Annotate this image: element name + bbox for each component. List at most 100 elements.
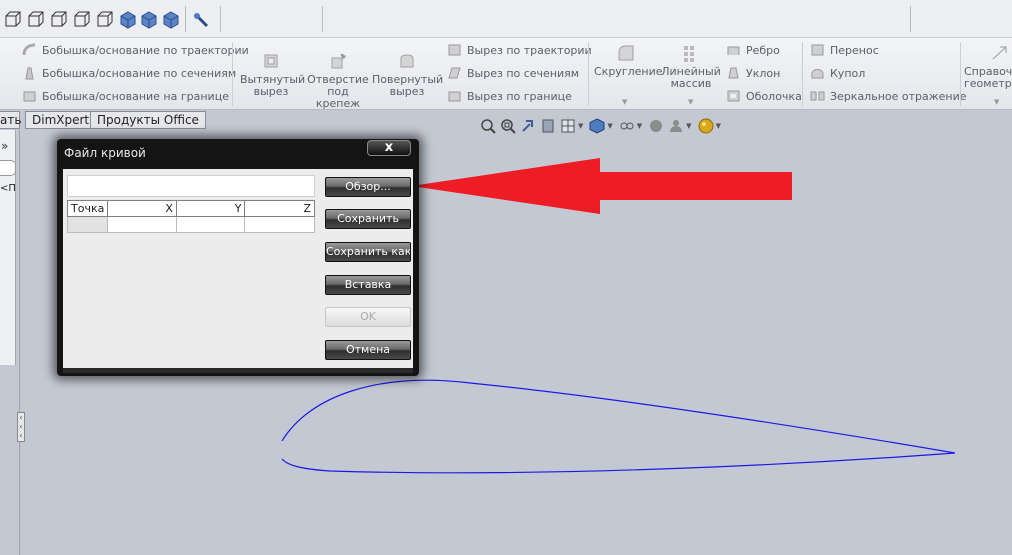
dialog-body: Точка X Y Z Обзор... Сохранить Сохранить… — [63, 169, 413, 368]
column-header-point: Точка — [66, 200, 109, 217]
swept-cut-icon — [448, 44, 461, 56]
dimetric-view-icon[interactable] — [162, 11, 180, 29]
hole-wizard-button[interactable]: Отверстие под крепеж — [306, 52, 370, 110]
boundary-boss-button[interactable]: Бобышка/основание на границе — [22, 89, 229, 103]
column-header-z: Z — [244, 200, 315, 217]
section-view-icon[interactable] — [540, 118, 556, 134]
normal-to-icon[interactable] — [192, 11, 210, 29]
view-settings-icon[interactable] — [698, 118, 714, 134]
wrap-button[interactable]: Перенос — [810, 43, 879, 57]
curve-file-dialog: Файл кривой x Точка X Y Z Обзор... Сохра… — [57, 139, 419, 376]
point-cell[interactable] — [66, 216, 109, 233]
column-header-y: Y — [175, 200, 246, 217]
mirror-button[interactable]: Зеркальное отражение — [810, 89, 967, 103]
isometric-view-icon[interactable] — [119, 11, 137, 29]
ok-button[interactable]: OK — [325, 307, 411, 327]
view-cube-icon[interactable] — [50, 11, 68, 29]
points-table[interactable]: Точка X Y Z — [66, 200, 315, 233]
trimetric-view-icon[interactable] — [140, 11, 158, 29]
extruded-cut-button[interactable]: Вытянутый вырез — [240, 52, 305, 98]
draft-icon — [728, 67, 739, 79]
dome-icon — [811, 69, 824, 79]
linear-pattern-icon — [684, 46, 694, 62]
rib-button[interactable]: Ребро — [726, 43, 780, 57]
shell-button[interactable]: Оболочка — [726, 89, 802, 103]
view-settings-dropdown-icon[interactable]: ▼ — [716, 122, 721, 130]
zoom-to-fit-icon[interactable] — [480, 118, 496, 134]
view-orientation-icon[interactable] — [560, 118, 576, 134]
shell-icon — [727, 90, 740, 102]
revolved-cut-line2: вырез — [389, 85, 425, 98]
panel-expand-icon[interactable]: » — [1, 139, 8, 153]
file-path-field[interactable] — [67, 175, 315, 197]
close-button[interactable]: x — [367, 140, 411, 156]
dome-button[interactable]: Купол — [810, 66, 865, 80]
previous-view-icon[interactable] — [520, 118, 536, 134]
linear-pattern-dropdown-icon[interactable]: ▼ — [688, 98, 693, 106]
swept-cut-button[interactable]: Вырез по траектории — [447, 43, 592, 57]
swept-boss-button[interactable]: Бобышка/основание по траектории — [22, 43, 249, 57]
fillet-label: Скругление — [594, 65, 663, 78]
edit-appearance-icon[interactable] — [648, 118, 664, 134]
panel-filter-field[interactable] — [0, 160, 16, 176]
ribbon-separator — [802, 42, 803, 106]
view-cube-icon[interactable] — [96, 11, 114, 29]
feature-manager-panel: » <П ‹ ‹ ‹ — [0, 130, 25, 555]
save-button[interactable]: Сохранить — [325, 209, 411, 229]
tab-evaluate[interactable]: ать — [0, 111, 21, 129]
y-cell[interactable] — [175, 216, 246, 233]
ribbon-separator — [232, 42, 233, 106]
panel-collapse-handle[interactable]: ‹ ‹ ‹ — [17, 412, 25, 442]
hide-show-dropdown-icon[interactable]: ▼ — [637, 122, 642, 130]
zoom-to-area-icon[interactable] — [500, 118, 516, 134]
apply-scene-icon[interactable] — [668, 118, 684, 134]
wrap-label: Перенос — [830, 43, 879, 57]
tab-dimxpert[interactable]: DimXpert — [25, 111, 97, 129]
browse-button[interactable]: Обзор... — [325, 177, 411, 197]
reference-geometry-button[interactable]: Справоч геометр — [964, 44, 1012, 90]
revolved-cut-button[interactable]: Повернутый вырез — [372, 52, 443, 98]
tab-office-products[interactable]: Продукты Office — [90, 111, 206, 129]
view-orientation-dropdown-icon[interactable]: ▼ — [578, 122, 583, 130]
display-style-dropdown-icon[interactable]: ▼ — [607, 122, 612, 130]
lofted-boss-label: Бобышка/основание по сечениям — [42, 66, 237, 80]
reference-geometry-dropdown-icon[interactable]: ▼ — [994, 98, 999, 106]
heads-up-view-toolbar: ▼ ▼ ▼ ▼ ▼ — [480, 115, 723, 137]
lofted-boss-button[interactable]: Бобышка/основание по сечениям — [22, 66, 236, 80]
reference-geometry-icon — [992, 46, 1007, 60]
fillet-icon — [618, 45, 634, 61]
hole-wizard-line3: крепеж — [315, 97, 361, 110]
rib-icon — [727, 46, 740, 55]
mirror-icon — [810, 91, 825, 101]
view-cube-icon[interactable] — [4, 11, 22, 29]
lofted-cut-button[interactable]: Вырез по сечениям — [447, 66, 579, 80]
view-cube-icon[interactable] — [27, 11, 45, 29]
toolbar-separator — [220, 6, 221, 32]
column-header-x: X — [107, 200, 177, 217]
feature-manager-strip: » <П — [0, 130, 16, 365]
draft-label: Уклон — [746, 66, 781, 80]
airfoil-curve — [281, 379, 956, 474]
apply-scene-dropdown-icon[interactable]: ▼ — [686, 122, 691, 130]
fillet-button[interactable]: Скругление — [594, 44, 663, 78]
save-as-button[interactable]: Сохранить как — [325, 242, 411, 262]
hide-show-items-icon[interactable] — [619, 118, 635, 134]
swept-boss-icon — [22, 43, 36, 56]
boundary-boss-label: Бобышка/основание на границе — [42, 89, 229, 103]
panel-tree-item[interactable]: <П — [0, 183, 16, 194]
fillet-dropdown-icon[interactable]: ▼ — [622, 98, 627, 106]
table-row[interactable] — [66, 216, 315, 233]
annotation-arrow — [411, 158, 792, 214]
shell-label: Оболочка — [746, 89, 802, 103]
view-cube-icon[interactable] — [73, 11, 91, 29]
x-cell[interactable] — [107, 216, 177, 233]
linear-pattern-button[interactable]: Линейный массив — [660, 44, 722, 90]
draft-button[interactable]: Уклон — [726, 66, 780, 80]
cancel-button[interactable]: Отмена — [325, 340, 411, 360]
insert-button[interactable]: Вставка — [325, 275, 411, 295]
z-cell[interactable] — [244, 216, 315, 233]
extruded-cut-icon — [264, 54, 278, 68]
display-style-icon[interactable] — [589, 118, 605, 134]
boundary-cut-button[interactable]: Вырез по границе — [447, 89, 572, 103]
lofted-cut-label: Вырез по сечениям — [467, 66, 580, 80]
